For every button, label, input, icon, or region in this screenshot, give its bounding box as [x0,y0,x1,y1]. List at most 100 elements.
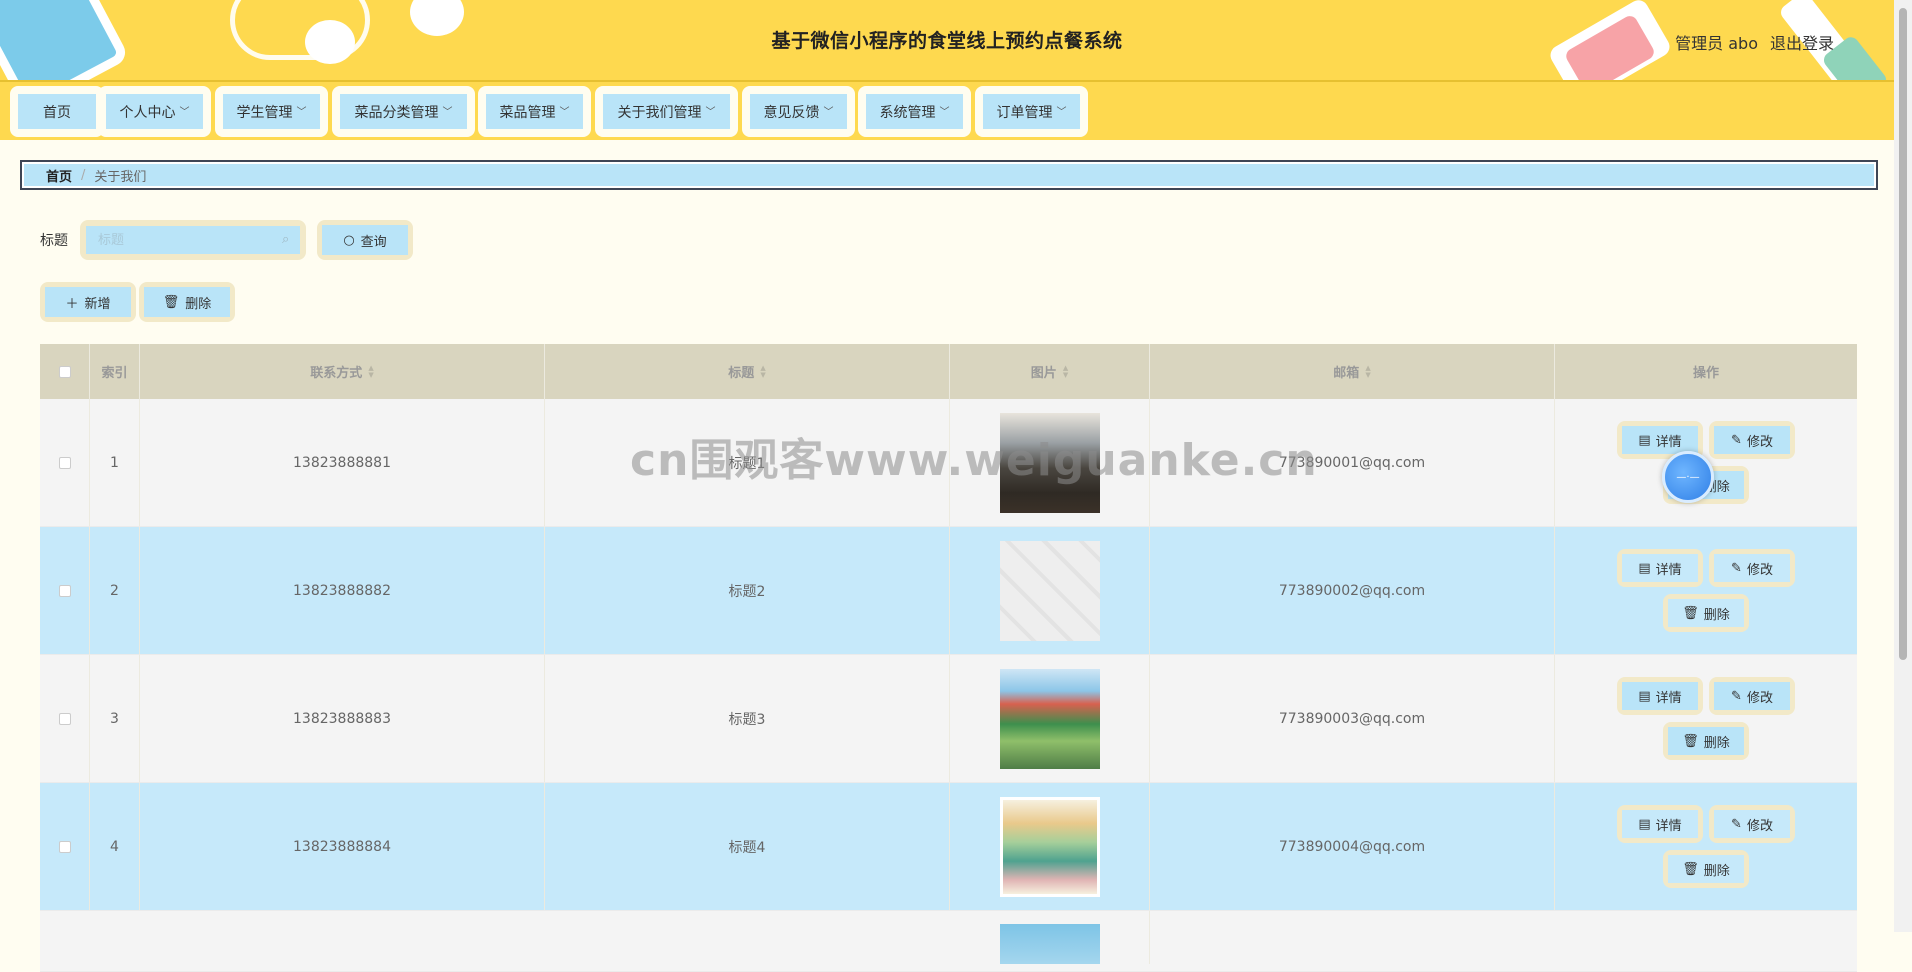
column-label: 联系方式 [310,366,363,381]
nav-item-orders[interactable]: 订单管理 ﹀ [975,86,1088,137]
table-row [40,911,1857,972]
breadcrumb: 首页 / 关于我们 [20,160,1878,190]
nav-item-feedback[interactable]: 意见反馈 ﹀ [742,86,855,137]
scrollbar-thumb[interactable] [1899,8,1907,660]
add-button[interactable]: ＋ 新增 [45,287,131,317]
nav-item-label: 关于我们管理 [617,104,702,121]
trash-icon: 🗑 [1682,861,1699,877]
nav-item-personal-center[interactable]: 个人中心 ﹀ [98,86,211,137]
search-icon: ⌕ [282,232,290,247]
table-row: 1 13823888881 标题1 773890001@qq.com ▤ 详情 ✎… [40,399,1857,527]
edit-label: 修改 [1746,690,1773,706]
page-title: 基于微信小程序的食堂线上预约点餐系统 [771,30,1123,52]
thumbnail-image[interactable] [999,924,1100,964]
cell-image [950,527,1150,654]
delete-button[interactable]: 🗑删除 [1668,727,1744,755]
edit-button[interactable]: ✎ 修改 [1714,810,1790,838]
cell-ops: ▤详情 ✎修改 🗑删除 [1555,527,1857,654]
detail-button[interactable]: ▤ 详情 [1622,554,1698,582]
pencil-icon: ✎ [1731,816,1742,832]
trash-icon: 🗑 [162,294,180,310]
table-header: 索引 联系方式 ▲ ▼ 标题 ▲ ▼ 图片 ▲ ▼ 邮箱 ▲ ▼ 操作 [40,344,1857,399]
row-select-cell [40,527,90,654]
row-checkbox[interactable] [58,456,71,469]
thumbnail-image[interactable] [999,796,1100,897]
delete-button[interactable]: 🗑删除 [1668,855,1744,883]
column-header-ops: 操作 [1555,344,1857,399]
chevron-down-icon: ﹀ [296,107,307,118]
detail-label: 详情 [1655,690,1682,706]
cell-ops: ▤详情 ✎修改 🗑删除 [1555,783,1857,910]
add-button-wrapper: ＋ 新增 [40,282,136,322]
nav-item-label: 个人中心 [119,104,176,121]
cell-image [950,911,1150,964]
nav-item-dish-categories[interactable]: 菜品分类管理 ﹀ [332,86,475,137]
edit-button[interactable]: ✎ 修改 [1714,426,1790,454]
header: 基于微信小程序的食堂线上预约点餐系统 管理员 abo 退出登录 [0,0,1894,82]
column-header-email[interactable]: 邮箱 ▲ ▼ [1150,344,1555,399]
row-checkbox[interactable] [58,840,71,853]
search-input[interactable] [86,226,300,254]
search-label: 标题 [40,233,68,249]
header-select-all [40,344,90,399]
edit-label: 修改 [1746,434,1773,450]
nav-item-dishes[interactable]: 菜品管理 ﹀ [478,86,591,137]
detail-button[interactable]: ▤ 详情 [1622,682,1698,710]
row-checkbox[interactable] [58,584,71,597]
table-row: 2 13823888882 标题2 773890002@qq.com ▤ 详情 ✎… [40,527,1857,655]
detail-label: 详情 [1655,434,1682,450]
row-checkbox[interactable] [58,712,71,725]
breadcrumb-separator: / [81,167,86,183]
chevron-down-icon: ﹀ [823,107,834,118]
thumbnail-image[interactable] [999,412,1100,513]
query-button-wrapper: ○ 查询 [317,220,413,260]
sort-icon[interactable]: ▲ ▼ [1365,364,1370,379]
breadcrumb-home[interactable]: 首页 [46,166,72,185]
cell-phone: 13823888882 [140,527,545,654]
nav-item-students[interactable]: 学生管理 ﹀ [215,86,328,137]
edit-label: 修改 [1746,562,1773,578]
nav-item-about-us[interactable]: 关于我们管理 ﹀ [595,86,738,137]
document-icon: ▤ [1638,560,1651,576]
column-header-title[interactable]: 标题 ▲ ▼ [545,344,950,399]
search-icon: ○ [343,232,355,248]
batch-delete-button[interactable]: 🗑 删除 [144,287,230,317]
logout-link[interactable]: 退出登录 [1770,30,1834,54]
sort-icon[interactable]: ▲ ▼ [368,364,373,379]
thumbnail-image[interactable] [999,540,1100,641]
select-all-checkbox[interactable] [58,365,71,378]
cell-index: 1 [90,399,140,526]
cell-image [950,399,1150,526]
detail-button[interactable]: ▤ 详情 [1622,810,1698,838]
dots-icon: —·— [1676,471,1700,483]
column-header-index: 索引 [90,344,140,399]
detail-button[interactable]: ▤ 详情 [1622,426,1698,454]
nav-item-system[interactable]: 系统管理 ﹀ [858,86,971,137]
edit-button[interactable]: ✎ 修改 [1714,554,1790,582]
query-button[interactable]: ○ 查询 [322,225,408,255]
edit-button[interactable]: ✎ 修改 [1714,682,1790,710]
query-button-label: 查询 [360,234,387,250]
page-scrollbar[interactable] [1894,0,1912,932]
thumbnail-image[interactable] [999,668,1100,769]
cell-phone: 13823888881 [140,399,545,526]
sort-icon[interactable]: ▲ ▼ [760,364,765,379]
pencil-icon: ✎ [1731,432,1742,448]
floating-assist-ball[interactable]: —·— [1662,451,1714,503]
pencil-icon: ✎ [1731,688,1742,704]
column-header-image[interactable]: 图片 ▲ ▼ [950,344,1150,399]
nav-item-home[interactable]: 首页 [10,86,104,137]
sort-icon[interactable]: ▲ ▼ [1063,364,1068,379]
delete-label: 删除 [1703,735,1730,751]
column-label: 标题 [728,366,755,381]
row-select-cell [40,783,90,910]
cell-title: 标题3 [545,655,950,782]
nav-item-label: 意见反馈 [763,104,820,121]
cell-email: 773890004@qq.com [1150,783,1555,910]
delete-label: 删除 [1703,607,1730,623]
column-header-phone[interactable]: 联系方式 ▲ ▼ [140,344,545,399]
about-us-table: 索引 联系方式 ▲ ▼ 标题 ▲ ▼ 图片 ▲ ▼ 邮箱 ▲ ▼ 操作 1 1382388888… [40,344,1857,972]
detail-label: 详情 [1655,562,1682,578]
document-icon: ▤ [1638,432,1651,448]
delete-button[interactable]: 🗑删除 [1668,599,1744,627]
